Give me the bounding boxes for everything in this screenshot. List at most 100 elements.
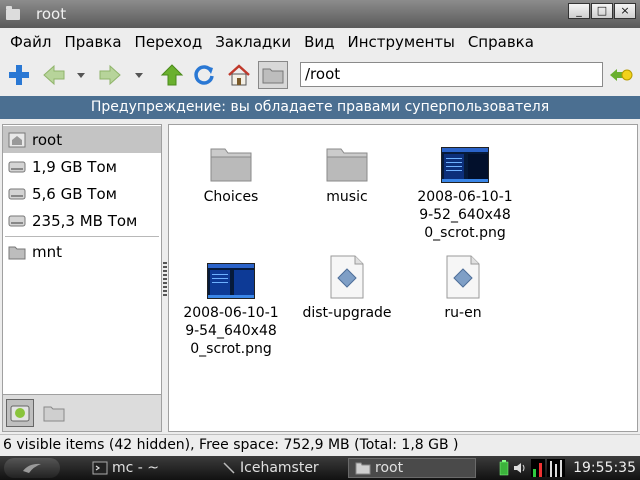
home-icon: [228, 64, 250, 86]
sidebar-item-label: 5,6 GB Том: [32, 184, 117, 203]
battery-icon[interactable]: [499, 460, 509, 476]
new-tab-button[interactable]: [4, 61, 34, 89]
network-monitor-icon[interactable]: [547, 459, 566, 477]
sidebar-item-label: 235,3 MB Том: [32, 211, 138, 230]
tree-pane-button[interactable]: [40, 399, 68, 427]
cpu-monitor-icon[interactable]: [531, 459, 546, 477]
task-mc[interactable]: mc - ~: [86, 458, 210, 478]
volume-icon[interactable]: [513, 461, 527, 475]
file-name-line: 2008-06-10-1: [183, 305, 279, 321]
file-name: dist-upgrade: [302, 305, 392, 321]
forward-history-dropdown[interactable]: [132, 61, 146, 89]
script-file-icon: [446, 255, 480, 299]
file-name: ru-en: [444, 305, 482, 321]
folder-icon: [326, 148, 368, 182]
status-bar: 6 visible items (42 hidden), Free space:…: [0, 434, 640, 455]
menu-help[interactable]: Справка: [462, 33, 541, 51]
sidebar-item-volume-1[interactable]: 1,9 GB Том: [3, 153, 161, 180]
file-item-music[interactable]: music: [287, 135, 407, 206]
maximize-button[interactable]: □: [591, 3, 613, 19]
file-name: Choices: [203, 189, 259, 205]
back-history-dropdown[interactable]: [74, 61, 88, 89]
clock[interactable]: 19:55:35: [573, 460, 636, 476]
sidebar-item-label: mnt: [32, 242, 62, 261]
superuser-warning: Предупреждение: вы обладаете правами суп…: [0, 96, 640, 119]
close-button[interactable]: ×: [614, 3, 636, 19]
image-thumbnail-icon: [441, 147, 489, 183]
file-item-dist-upgrade[interactable]: dist-upgrade: [287, 251, 407, 322]
file-name-line: 9-54_640x48: [185, 323, 277, 339]
drive-icon: [10, 405, 30, 422]
back-button[interactable]: [40, 61, 68, 89]
drive-icon: [8, 188, 26, 199]
location-toggle-button[interactable]: [258, 61, 288, 89]
menu-bookmarks[interactable]: Закладки: [209, 33, 298, 51]
task-icehamster[interactable]: Icehamster: [216, 458, 340, 478]
home-button[interactable]: [225, 61, 253, 89]
address-input[interactable]: /root: [300, 62, 603, 87]
go-icon: [610, 69, 633, 81]
file-item-choices[interactable]: Choices: [171, 135, 291, 206]
file-name-line: 2008-06-10-1: [417, 189, 513, 205]
task-label: Icehamster: [240, 460, 319, 476]
menu-go[interactable]: Переход: [129, 33, 210, 51]
menu-file[interactable]: Файл: [4, 33, 58, 51]
window-title: root: [36, 5, 67, 23]
up-button[interactable]: [158, 61, 186, 89]
system-tray: 19:55:35: [499, 456, 640, 480]
forward-button[interactable]: [96, 61, 124, 89]
folder-icon: [210, 148, 252, 182]
app-icon: [223, 462, 235, 474]
reload-icon: [194, 65, 214, 85]
sidebar-item-mnt[interactable]: mnt: [3, 238, 161, 265]
sidebar-item-volume-3[interactable]: 235,3 MB Том: [3, 207, 161, 234]
file-name-line: 0_scrot.png: [424, 225, 506, 241]
back-icon: [43, 64, 65, 86]
places-pane-button[interactable]: [6, 399, 34, 427]
new-tab-icon: [9, 65, 29, 85]
task-label: mc - ~: [112, 460, 160, 476]
sidebar-item-root[interactable]: root: [3, 126, 161, 153]
sidebar: root 1,9 GB Том 5,6 GB Том 235,3 MB Том …: [2, 124, 162, 432]
terminal-icon: [92, 461, 108, 475]
file-name: music: [326, 189, 368, 205]
image-thumbnail-icon: [207, 263, 255, 299]
file-item-screenshot-2[interactable]: 2008-06-10-1 9-54_640x48 0_scrot.png: [171, 251, 291, 358]
go-button[interactable]: [607, 61, 635, 89]
sidebar-item-volume-2[interactable]: 5,6 GB Том: [3, 180, 161, 207]
folder-icon: [8, 246, 26, 259]
file-item-ru-en[interactable]: ru-en: [403, 251, 523, 322]
menu-tools[interactable]: Инструменты: [341, 33, 461, 51]
minimize-button[interactable]: _: [568, 3, 590, 19]
forward-icon: [99, 64, 121, 86]
file-name-line: 9-52_640x48: [419, 207, 511, 223]
drive-icon: [8, 215, 26, 226]
menu-view[interactable]: Вид: [298, 33, 341, 51]
script-file-icon: [330, 255, 364, 299]
folder-icon: [6, 5, 20, 20]
task-label: root: [375, 460, 404, 476]
menu-bar: Файл Правка Переход Закладки Вид Инструм…: [0, 28, 640, 55]
chevron-down-icon: [135, 72, 143, 78]
drive-icon: [8, 161, 26, 172]
start-logo-icon: [23, 463, 41, 473]
window-controls: _ □ ×: [568, 3, 636, 19]
sidebar-separator: [5, 236, 159, 237]
menu-edit[interactable]: Правка: [58, 33, 128, 51]
window-titlebar[interactable]: root _ □ ×: [0, 0, 640, 28]
reload-button[interactable]: [190, 61, 218, 89]
taskbar: mc - ~ Icehamster root 19:55:35: [0, 456, 640, 480]
chevron-down-icon: [77, 72, 85, 78]
file-item-screenshot-1[interactable]: 2008-06-10-1 9-52_640x48 0_scrot.png: [405, 135, 525, 242]
sidebar-pane-switcher: [2, 394, 162, 432]
file-name-line: 0_scrot.png: [190, 341, 272, 357]
start-button[interactable]: [4, 458, 60, 478]
folder-icon: [43, 406, 65, 422]
task-root[interactable]: root: [348, 458, 476, 478]
home-icon: [8, 132, 26, 147]
folder-icon: [355, 462, 371, 475]
file-view: Choices music 2008-06-10-1 9-52_640x48 0…: [168, 124, 638, 432]
location-toggle-icon: [262, 68, 284, 84]
pane-splitter-handle[interactable]: [163, 262, 167, 298]
up-icon: [160, 64, 184, 86]
